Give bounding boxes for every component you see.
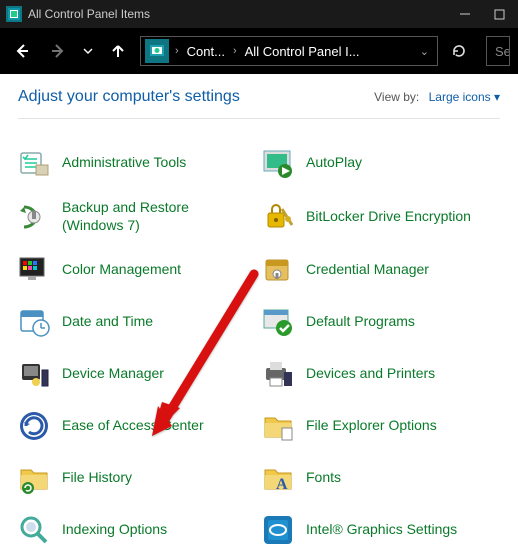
intel-graphics-icon	[262, 514, 294, 546]
view-by: View by: Large icons ▾	[374, 90, 500, 104]
view-by-dropdown[interactable]: Large icons ▾	[429, 90, 500, 104]
window-title: All Control Panel Items	[28, 7, 150, 21]
item-indexing-options[interactable]: Indexing Options	[18, 514, 256, 546]
indexing-options-icon	[18, 514, 50, 546]
breadcrumb-chevron[interactable]: ›	[173, 45, 181, 57]
maximize-button[interactable]	[492, 7, 506, 21]
file-explorer-options-icon	[262, 410, 294, 442]
item-file-history[interactable]: File History	[18, 462, 256, 494]
address-bar[interactable]: › Cont... › All Control Panel I... ⌄	[140, 36, 438, 66]
item-ease-of-access[interactable]: Ease of Access Center	[18, 410, 256, 442]
date-time-icon	[18, 306, 50, 338]
admin-tools-icon	[18, 147, 50, 179]
item-autoplay[interactable]: AutoPlay	[262, 147, 500, 179]
item-default-programs[interactable]: Default Programs	[262, 306, 500, 338]
content-area: Adjust your computer's settings View by:…	[0, 74, 518, 546]
item-label: Default Programs	[306, 313, 415, 331]
view-by-label: View by:	[374, 90, 419, 104]
minimize-button[interactable]	[458, 7, 472, 21]
autoplay-icon	[262, 147, 294, 179]
item-label: Fonts	[306, 469, 341, 487]
backup-restore-icon	[18, 201, 50, 233]
control-panel-grid: Administrative Tools AutoPlay Backup and…	[18, 147, 500, 546]
item-credential-manager[interactable]: Credential Manager	[262, 254, 500, 286]
item-label: Color Management	[62, 261, 181, 279]
item-backup-restore[interactable]: Backup and Restore (Windows 7)	[18, 199, 256, 234]
item-label: Device Manager	[62, 365, 164, 383]
item-administrative-tools[interactable]: Administrative Tools	[18, 147, 256, 179]
fonts-icon: A	[262, 462, 294, 494]
control-panel-icon	[145, 39, 169, 63]
back-button[interactable]	[8, 37, 36, 65]
item-label: Devices and Printers	[306, 365, 435, 383]
bitlocker-icon	[262, 201, 294, 233]
item-label: Credential Manager	[306, 261, 429, 279]
svg-text:A: A	[276, 476, 288, 493]
search-input[interactable]: Search Control Pa	[486, 36, 510, 66]
item-label: Administrative Tools	[62, 154, 186, 172]
ease-of-access-icon	[18, 410, 50, 442]
item-label: Intel® Graphics Settings	[306, 521, 457, 539]
item-file-explorer-options[interactable]: File Explorer Options	[262, 410, 500, 442]
item-label: Ease of Access Center	[62, 417, 204, 435]
item-date-time[interactable]: Date and Time	[18, 306, 256, 338]
file-history-icon	[18, 462, 50, 494]
adjust-settings-heading: Adjust your computer's settings	[18, 88, 240, 106]
refresh-button[interactable]	[446, 43, 472, 59]
item-bitlocker[interactable]: BitLocker Drive Encryption	[262, 199, 500, 234]
item-label: Indexing Options	[62, 521, 167, 539]
navigation-bar: › Cont... › All Control Panel I... ⌄ Sea…	[0, 28, 518, 74]
control-panel-app-icon	[6, 6, 22, 22]
breadcrumb-part1[interactable]: Cont...	[181, 44, 231, 59]
item-label: BitLocker Drive Encryption	[306, 208, 471, 226]
address-dropdown-icon[interactable]: ⌄	[412, 45, 437, 58]
item-label: File History	[62, 469, 132, 487]
item-label: File Explorer Options	[306, 417, 437, 435]
item-label: Date and Time	[62, 313, 153, 331]
title-bar: All Control Panel Items	[0, 0, 518, 28]
item-intel-graphics[interactable]: Intel® Graphics Settings	[262, 514, 500, 546]
credential-manager-icon	[262, 254, 294, 286]
item-devices-printers[interactable]: Devices and Printers	[262, 358, 500, 390]
forward-button[interactable]	[44, 37, 72, 65]
separator	[18, 118, 500, 119]
item-fonts[interactable]: A Fonts	[262, 462, 500, 494]
color-management-icon	[18, 254, 50, 286]
up-button[interactable]	[104, 37, 132, 65]
item-label: Backup and Restore (Windows 7)	[62, 199, 222, 234]
default-programs-icon	[262, 306, 294, 338]
item-device-manager[interactable]: Device Manager	[18, 358, 256, 390]
item-label: AutoPlay	[306, 154, 362, 172]
breadcrumb-chevron[interactable]: ›	[231, 45, 239, 57]
item-color-management[interactable]: Color Management	[18, 254, 256, 286]
breadcrumb-part2[interactable]: All Control Panel I...	[239, 44, 366, 59]
device-manager-icon	[18, 358, 50, 390]
recent-dropdown-button[interactable]	[80, 37, 96, 65]
devices-printers-icon	[262, 358, 294, 390]
search-placeholder: Search Control Pa	[495, 44, 510, 59]
